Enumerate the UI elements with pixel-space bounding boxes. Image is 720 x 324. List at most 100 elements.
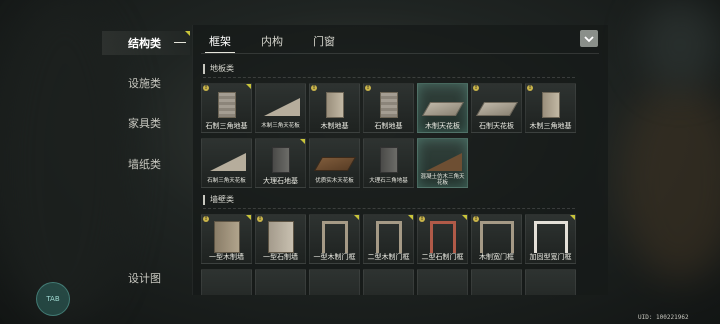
item-name: 木制地基	[320, 122, 349, 130]
info-badge-icon: !	[203, 85, 209, 91]
triangle-plate-icon	[210, 153, 246, 171]
item-tile[interactable]: 木制三角天花板	[255, 83, 306, 133]
info-badge-icon: !	[473, 216, 479, 222]
item-name: 加固型宽门框	[529, 253, 572, 261]
info-badge-icon: !	[365, 85, 371, 91]
menu-item-label: 设计图	[128, 272, 161, 285]
item-tile[interactable]: ! 石制天花板	[471, 83, 522, 133]
section-title-floor: 地板类	[203, 64, 234, 74]
ceiling-plate-icon	[313, 157, 357, 171]
menu-item-label: 设施类	[128, 77, 161, 90]
item-name: 石制三角地基	[205, 122, 248, 130]
background-light	[620, 80, 720, 280]
divider	[201, 53, 599, 54]
ceiling-plate-icon	[421, 102, 465, 116]
item-tile[interactable]: ! 木制宽门框	[471, 214, 522, 264]
floor-slab-icon	[326, 92, 344, 118]
new-marker-icon	[354, 215, 359, 220]
category-menu: 结构类 设施类 家具类 墙纸类 设计图	[102, 25, 192, 295]
item-name: 大理石地基	[263, 177, 298, 185]
item-name: 一型木制门框	[313, 253, 356, 261]
divider	[203, 208, 575, 209]
new-marker-icon	[570, 215, 575, 220]
item-tile[interactable]: 石制三角天花板	[201, 138, 252, 188]
item-name: 混凝土仿木三角天花板	[420, 174, 465, 186]
door-frame-icon	[430, 221, 456, 253]
floor-slab-icon	[380, 147, 398, 173]
tab-shortcut-button[interactable]: TAB	[36, 282, 70, 316]
door-frame-icon	[534, 221, 568, 253]
door-frame-icon	[376, 221, 402, 253]
item-tile[interactable]: 加固型宽门框	[525, 214, 576, 264]
info-badge-icon: !	[311, 85, 317, 91]
item-tile[interactable]	[201, 269, 252, 295]
menu-item-blueprint[interactable]: 设计图	[102, 266, 190, 290]
wall-panel-icon	[214, 221, 240, 253]
item-tile[interactable]: 大理石地基	[255, 138, 306, 188]
item-tile[interactable]: ! 石制三角地基	[201, 83, 252, 133]
tab-frame[interactable]: 框架	[203, 31, 237, 53]
menu-item-label: 结构类	[128, 37, 161, 50]
item-name: 二型石制门框	[421, 253, 464, 261]
new-marker-icon	[462, 215, 467, 220]
shortcut-label: TAB	[46, 295, 60, 303]
floor-slab-icon	[218, 92, 236, 118]
info-badge-icon: !	[419, 216, 425, 222]
wall-panel-icon	[268, 221, 294, 253]
item-name: 大理石三角地基	[369, 178, 408, 184]
info-badge-icon: !	[527, 85, 533, 91]
menu-item-wallpaper[interactable]: 墙纸类	[102, 152, 190, 176]
item-name: 一型木制墙	[209, 253, 244, 261]
item-tile[interactable]: ! 一型木制墙	[201, 214, 252, 264]
background-object	[640, 0, 720, 90]
item-tile[interactable]: ! 木制地基	[309, 83, 360, 133]
tab-doors-windows[interactable]: 门窗	[307, 31, 341, 53]
build-catalog-panel: 框架 内构 门窗 地板类 ! 石制三角地基 木制三角天花板 ! 木制地基 ! 石…	[192, 25, 608, 295]
new-marker-icon	[185, 31, 190, 36]
item-tile[interactable]: 混凝土仿木三角天花板	[417, 138, 468, 188]
floor-slab-icon	[542, 92, 560, 118]
chevron-down-icon	[584, 35, 594, 42]
player-uid: UID: 100221962	[638, 314, 689, 321]
info-badge-icon: !	[473, 85, 479, 91]
item-name: 木制三角地基	[529, 122, 572, 130]
item-tile[interactable]: ! 石制地基	[363, 83, 414, 133]
floor-slab-icon	[272, 147, 290, 173]
ceiling-plate-icon	[475, 102, 519, 116]
door-frame-icon	[480, 221, 514, 253]
item-tile-selected[interactable]: 木制天花板	[417, 83, 468, 133]
new-marker-icon	[408, 215, 413, 220]
item-tile[interactable]: 优质实木天花板	[309, 138, 360, 188]
menu-item-label: 家具类	[128, 117, 161, 130]
item-name: 石制天花板	[479, 122, 514, 130]
info-badge-icon: !	[257, 216, 263, 222]
item-tile[interactable]	[255, 269, 306, 295]
floor-slab-icon	[380, 92, 398, 118]
item-name: 石制三角天花板	[207, 178, 246, 184]
item-tile[interactable]	[363, 269, 414, 295]
tab-bar: 框架 内构 门窗	[203, 31, 341, 53]
item-tile[interactable]	[309, 269, 360, 295]
info-badge-icon: !	[203, 216, 209, 222]
item-name: 木制天花板	[425, 122, 460, 130]
item-tile[interactable]: 大理石三角地基	[363, 138, 414, 188]
door-frame-icon	[322, 221, 348, 253]
menu-item-structure[interactable]: 结构类	[102, 31, 190, 55]
item-tile[interactable]: 一型木制门框	[309, 214, 360, 264]
tab-interior[interactable]: 内构	[255, 31, 289, 53]
item-tile[interactable]: ! 木制三角地基	[525, 83, 576, 133]
item-tile[interactable]: ! 二型石制门框	[417, 214, 468, 264]
menu-item-furniture[interactable]: 家具类	[102, 111, 190, 135]
item-tile[interactable]	[417, 269, 468, 295]
divider	[203, 77, 575, 78]
item-tile[interactable]: ! 一型石制墙	[255, 214, 306, 264]
item-tile[interactable]: 二型木制门框	[363, 214, 414, 264]
item-name: 木制三角天花板	[261, 123, 300, 129]
triangle-plate-icon	[264, 98, 300, 116]
item-tile[interactable]	[471, 269, 522, 295]
collapse-button[interactable]	[580, 30, 598, 47]
triangle-plate-icon	[426, 153, 462, 171]
item-name: 石制地基	[374, 122, 403, 130]
menu-item-facilities[interactable]: 设施类	[102, 71, 190, 95]
item-tile[interactable]	[525, 269, 576, 295]
